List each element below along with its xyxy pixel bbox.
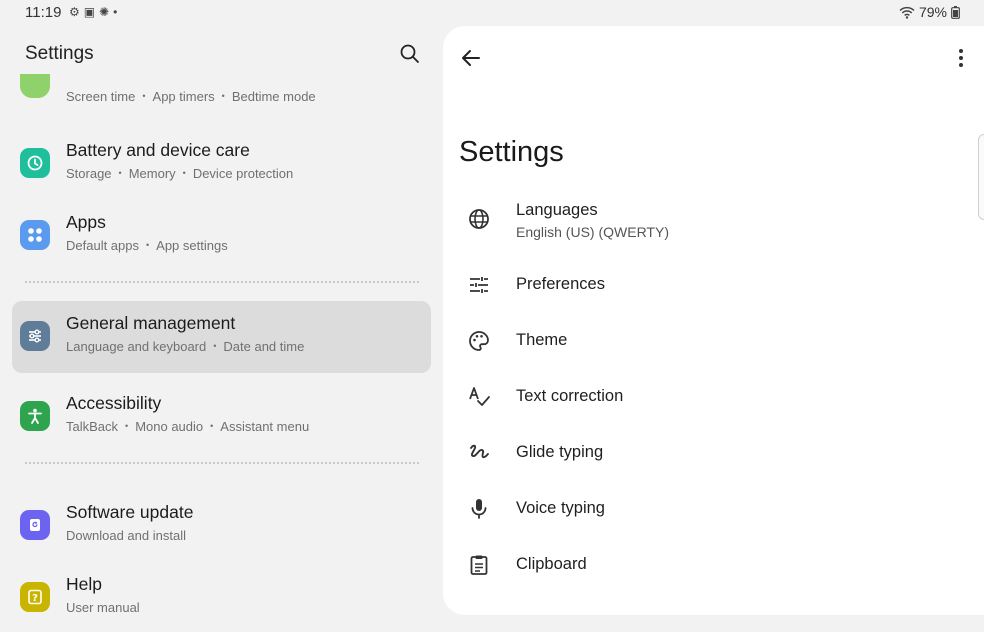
wifi-icon <box>899 6 915 19</box>
settings-item-title: Battery and device care <box>66 140 250 160</box>
apps-icon <box>20 220 50 250</box>
globe-icon <box>469 209 489 229</box>
settings-item-apps[interactable]: Apps Default apps • App settings <box>12 200 431 270</box>
setting-preferences[interactable]: Preferences <box>443 260 984 310</box>
setting-voice-typing[interactable]: Voice typing <box>443 484 984 534</box>
status-time: 11:19 <box>25 4 62 21</box>
setting-label: Clipboard <box>516 555 587 573</box>
setting-label: Voice typing <box>516 499 605 517</box>
svg-text:?: ? <box>32 593 38 604</box>
settings-item-subtitle: Language and keyboard • Date and time <box>66 339 305 354</box>
battery-percent: 79% <box>918 4 947 20</box>
settings-item-title: General management <box>66 313 236 333</box>
software-update-icon <box>20 510 50 540</box>
tune-icon <box>470 277 488 293</box>
setting-value: English (US) (QWERTY) <box>516 224 669 240</box>
settings-item-title: Accessibility <box>66 393 162 413</box>
setting-next-partial[interactable] <box>443 600 984 615</box>
settings-item-title: Software update <box>66 502 194 522</box>
sync-icon: ✺ <box>99 5 110 19</box>
setting-label: Theme <box>516 331 568 349</box>
settings-item-subtitle: TalkBack • Mono audio • Assistant menu <box>66 419 310 434</box>
section-divider <box>25 462 419 464</box>
spellcheck-icon <box>469 387 490 406</box>
back-arrow-icon[interactable] <box>459 46 483 70</box>
setting-languages[interactable]: Languages English (US) (QWERTY) <box>443 194 984 244</box>
setting-clipboard[interactable]: Clipboard <box>443 540 984 590</box>
palette-icon <box>469 331 489 351</box>
settings-item-subtitle: User manual <box>66 600 140 615</box>
settings-item-software-update[interactable]: Software update Download and install <box>12 490 431 560</box>
status-notification-icons: ⚙ ▣ ✺ • <box>69 5 117 19</box>
gallery-icon: ▣ <box>83 5 96 19</box>
general-management-icon <box>20 321 50 351</box>
mic-icon <box>471 499 487 519</box>
section-divider <box>25 281 419 283</box>
setting-glide-typing[interactable]: Glide typing <box>443 428 984 478</box>
search-icon[interactable] <box>398 42 422 66</box>
setting-label: Text correction <box>516 387 624 405</box>
page-title: Settings <box>459 136 564 168</box>
panel-resize-handle[interactable] <box>978 134 984 220</box>
battery-icon <box>951 5 960 19</box>
clipboard-icon <box>470 555 488 575</box>
settings-list-panel: Settings Screen time • App timers • Bedtime … <box>0 26 443 615</box>
setting-label: Preferences <box>516 275 605 293</box>
settings-item-subtitle: Storage • Memory • Device protection <box>66 166 294 181</box>
status-right: 79% <box>899 4 960 20</box>
accessibility-icon <box>20 401 50 431</box>
setting-label: Glide typing <box>516 443 604 461</box>
battery-care-icon <box>20 148 50 178</box>
more-notifications-dot: • <box>113 5 118 19</box>
page-title: Settings <box>25 43 94 64</box>
settings-item-subtitle: Download and install <box>66 528 186 543</box>
more-options-icon[interactable] <box>951 46 971 70</box>
settings-item-help[interactable]: ? Help User manual <box>12 562 431 632</box>
setting-text-correction[interactable]: Text correction <box>443 372 984 422</box>
digital-wellbeing-icon <box>20 74 50 98</box>
gear-icon: ⚙ <box>69 5 80 19</box>
settings-item-battery[interactable]: Battery and device care Storage • Memory • D… <box>12 128 431 198</box>
settings-item-accessibility[interactable]: Accessibility TalkBack • Mono audio • Assist… <box>12 381 431 451</box>
keyboard-settings-panel: Settings Languages English (US) (QWERTY)… <box>443 26 984 615</box>
settings-item-title: Apps <box>66 212 106 232</box>
digital-wellbeing-subtitle[interactable]: Screen time • App timers • Bedtime mode <box>66 89 316 104</box>
setting-theme[interactable]: Theme <box>443 316 984 366</box>
setting-label: Languages <box>516 201 598 219</box>
settings-item-subtitle: Default apps • App settings <box>66 238 228 253</box>
settings-item-title: Help <box>66 574 102 594</box>
status-bar: 11:19 ⚙ ▣ ✺ • 79% <box>0 0 984 26</box>
gesture-icon <box>470 444 489 459</box>
help-icon: ? <box>20 582 50 612</box>
settings-item-general-management[interactable]: General management Language and keyboard… <box>12 301 431 373</box>
